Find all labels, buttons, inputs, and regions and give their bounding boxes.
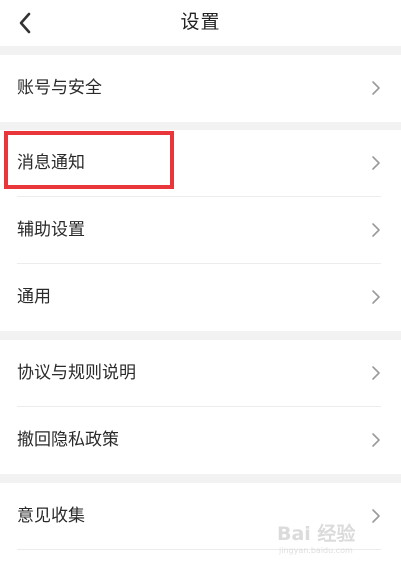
settings-row-label: 账号与安全	[17, 78, 102, 98]
chevron-right-icon	[372, 433, 380, 447]
chevron-right-icon	[372, 81, 380, 95]
chevron-right-icon	[372, 290, 380, 304]
chevron-right-icon	[372, 223, 380, 237]
watermark-brand: Bai 经验	[277, 522, 356, 545]
settings-row-label: 辅助设置	[17, 220, 85, 240]
settings-row-label: 消息通知	[17, 153, 85, 173]
chevron-right-icon	[372, 366, 380, 380]
settings-group-account: 账号与安全	[0, 55, 401, 122]
settings-row-label: 协议与规则说明	[17, 363, 136, 383]
watermark-url: jingyan.baidu.com	[278, 546, 353, 555]
settings-group-general: 消息通知 辅助设置 通用	[0, 130, 401, 331]
settings-row-agreements[interactable]: 协议与规则说明	[0, 340, 401, 407]
settings-row-assist[interactable]: 辅助设置	[0, 197, 401, 264]
settings-row-general[interactable]: 通用	[0, 264, 401, 331]
settings-row-notifications[interactable]: 消息通知	[0, 130, 401, 197]
settings-row-revoke-privacy[interactable]: 撤回隐私政策	[0, 407, 401, 474]
settings-row-label: 撤回隐私政策	[17, 430, 119, 450]
page-title: 设置	[180, 11, 221, 33]
settings-row-label: 通用	[17, 287, 51, 307]
settings-row-label: 意见收集	[17, 506, 85, 526]
chevron-right-icon	[372, 156, 380, 170]
settings-row-account-security[interactable]: 账号与安全	[0, 55, 401, 122]
baidu-jingyan-watermark-icon: Bai 经验 jingyan.baidu.com	[277, 522, 356, 555]
settings-group-privacy: 协议与规则说明 撤回隐私政策	[0, 340, 401, 474]
nav-bar: 设置	[0, 0, 401, 46]
